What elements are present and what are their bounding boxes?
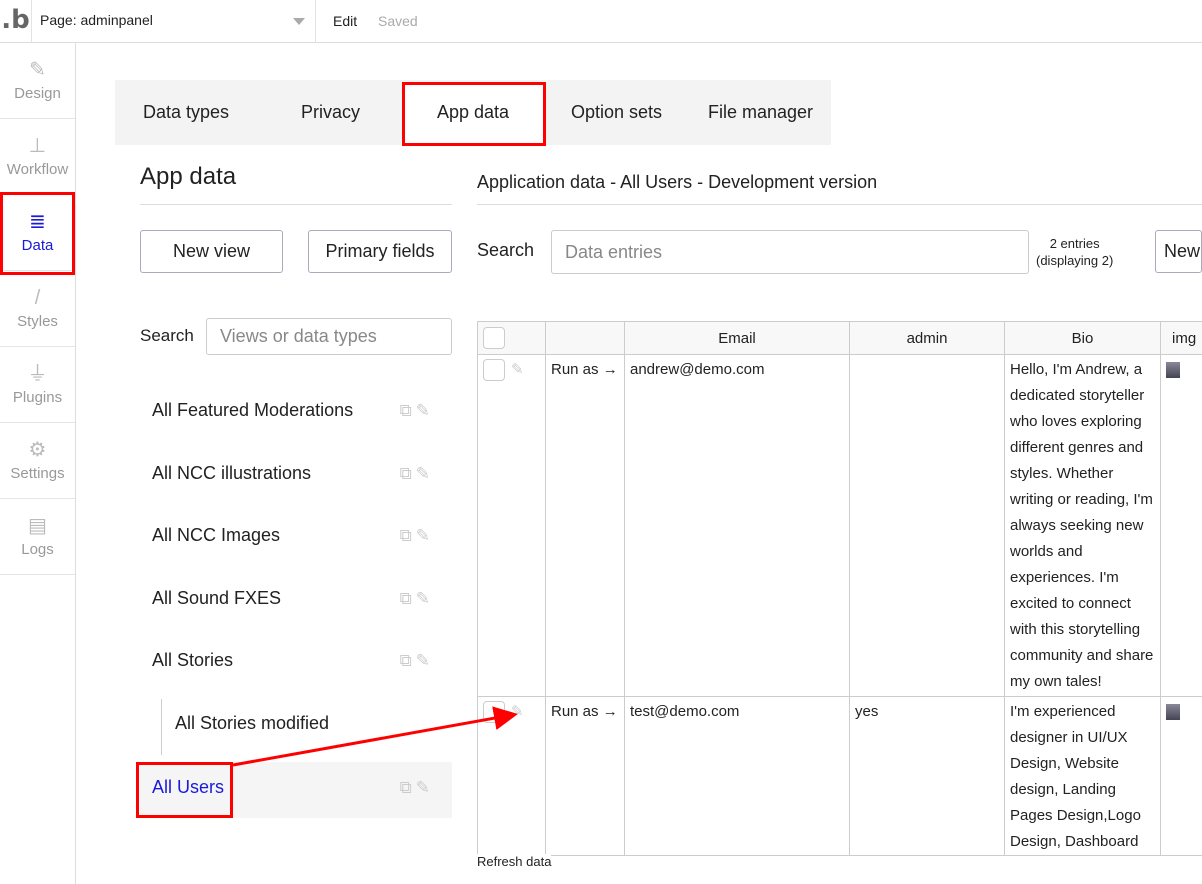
- annotation-arrow: [232, 706, 518, 767]
- tab-app-data[interactable]: App data: [437, 102, 509, 123]
- arrow-line: [232, 706, 518, 767]
